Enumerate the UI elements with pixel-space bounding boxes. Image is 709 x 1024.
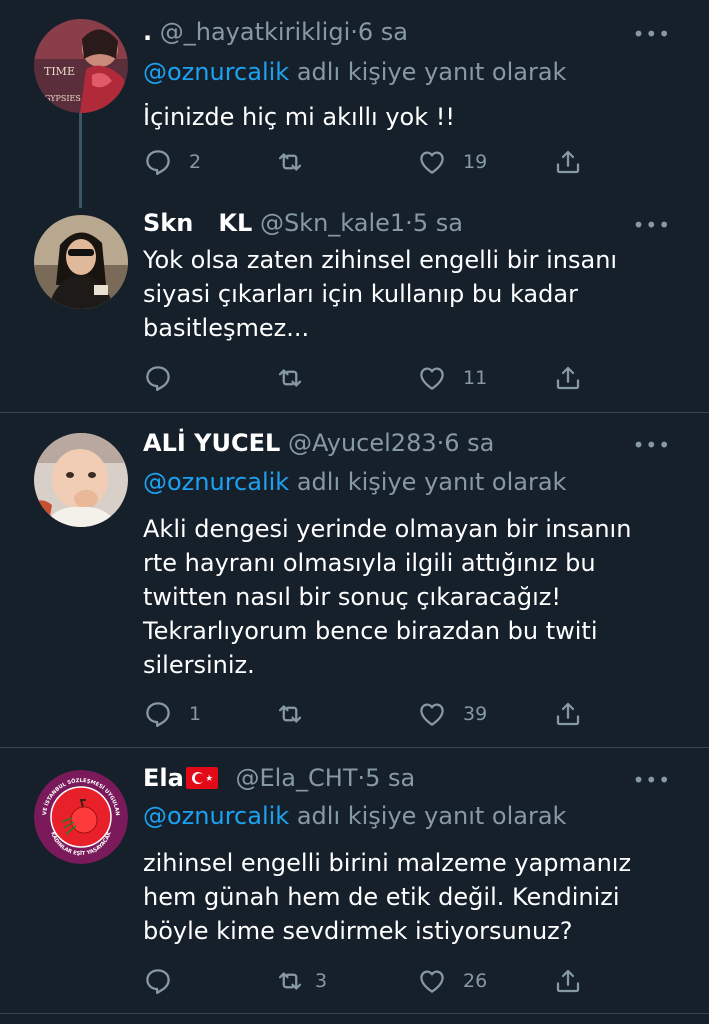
reply-mention[interactable]: @oznurcalik	[143, 802, 289, 830]
retweet-count: 3	[315, 970, 328, 992]
retweet-icon	[278, 972, 302, 990]
display-name[interactable]: .	[143, 18, 152, 46]
reply-count: 1	[189, 703, 202, 725]
tweet-header: . @_hayatkirikligi·6 sa	[143, 16, 669, 48]
tweet-3[interactable]: ALİ YUCEL @Ayucel283·6 sa @oznurcalik ad…	[0, 413, 709, 748]
reply-button[interactable]: 2	[143, 147, 201, 177]
tweet-2[interactable]: Skn KL @Skn_kale1·5 sa Yok olsa zaten zi…	[0, 197, 709, 413]
share-icon	[556, 366, 580, 390]
tweet-header: ALİ YUCEL @Ayucel283·6 sa	[143, 427, 669, 459]
display-name[interactable]: ALİ YUCEL	[143, 429, 280, 457]
like-count: 19	[463, 151, 488, 173]
heart-icon	[420, 703, 444, 726]
tweet-text: Yok olsa zaten zihinsel engelli bir insa…	[143, 246, 618, 342]
like-count: 26	[463, 970, 488, 992]
like-button[interactable]: 11	[417, 363, 487, 393]
retweet-button[interactable]	[275, 147, 321, 177]
avatar[interactable]	[34, 433, 128, 527]
like-count: 11	[463, 367, 488, 389]
retweet-icon	[278, 153, 302, 171]
separator-dot: ·	[357, 764, 366, 792]
reply-icon	[146, 702, 170, 727]
thread-line	[79, 113, 82, 208]
reply-icon	[146, 366, 170, 391]
reply-mention[interactable]: @oznurcalik	[143, 468, 289, 496]
reply-suffix: adlı kişiye yanıt olarak	[296, 802, 567, 830]
more-options-icon[interactable]: •••	[633, 435, 671, 455]
reply-context: @oznurcalik adlı kişiye yanıt olarak	[143, 800, 669, 832]
like-button[interactable]: 19	[417, 147, 487, 177]
reply-icon	[146, 150, 170, 175]
avatar[interactable]: TIME GYPSIES	[34, 19, 128, 113]
heart-icon	[420, 151, 444, 174]
share-button[interactable]	[553, 966, 583, 996]
avatar[interactable]: 6284 VE İSTANBUL SÖZLEŞMESİ UYGULANACAK …	[34, 770, 128, 864]
timestamp[interactable]: 6 sa	[444, 429, 494, 457]
avatar-logo-subtext: GYPSIES	[44, 94, 81, 103]
retweet-icon	[278, 705, 302, 723]
avatar[interactable]	[34, 215, 128, 309]
separator-dot: ·	[350, 18, 358, 46]
retweet-button[interactable]	[275, 699, 321, 729]
reply-suffix: adlı kişiye yanıt olarak	[296, 58, 567, 86]
heart-icon	[420, 970, 444, 993]
reply-button[interactable]: 1	[143, 699, 201, 729]
heart-icon	[420, 367, 444, 390]
more-options-icon[interactable]: •••	[633, 24, 671, 44]
display-name[interactable]: Ela	[143, 764, 184, 792]
separator-dot: ·	[405, 209, 413, 237]
reply-context: @oznurcalik adlı kişiye yanıt olarak	[143, 466, 669, 498]
like-button[interactable]: 39	[417, 699, 487, 729]
reply-button[interactable]	[143, 966, 189, 996]
tweet-header: Ela @Ela_CHT·5 sa	[143, 762, 669, 794]
handle[interactable]: @Ela_CHT	[235, 764, 357, 792]
reply-icon	[146, 969, 170, 994]
retweet-button[interactable]	[275, 363, 321, 393]
reply-context: @oznurcalik adlı kişiye yanıt olarak	[143, 56, 669, 88]
share-button[interactable]	[553, 147, 583, 177]
reply-suffix: adlı kişiye yanıt olarak	[296, 468, 567, 496]
avatar-logo-text: TIME	[44, 65, 75, 78]
tweet-text: zihinsel engelli birini malzeme yapmanız…	[143, 849, 632, 945]
retweet-button[interactable]: 3	[275, 966, 327, 996]
like-button[interactable]: 26	[417, 966, 487, 996]
timestamp[interactable]: 5 sa	[413, 209, 463, 237]
retweet-icon	[278, 369, 302, 387]
timestamp[interactable]: 5 sa	[365, 764, 415, 792]
handle[interactable]: @Ayucel283	[288, 429, 437, 457]
handle[interactable]: @_hayatkirikligi	[160, 18, 350, 46]
more-options-icon[interactable]: •••	[633, 215, 671, 235]
reply-count: 2	[189, 151, 202, 173]
handle[interactable]: @Skn_kale1	[260, 209, 405, 237]
timestamp[interactable]: 6 sa	[358, 18, 408, 46]
share-icon	[556, 969, 580, 993]
tweet-4[interactable]: 6284 VE İSTANBUL SÖZLEŞMESİ UYGULANACAK …	[0, 748, 709, 1014]
like-count: 39	[463, 703, 488, 725]
share-button[interactable]	[553, 699, 583, 729]
tweet-text: İçinizde hiç mi akıllı yok !!	[143, 103, 455, 131]
share-icon	[556, 702, 580, 726]
turkey-flag-icon	[185, 767, 218, 789]
share-icon	[556, 150, 580, 174]
share-button[interactable]	[553, 363, 583, 393]
reply-mention[interactable]: @oznurcalik	[143, 58, 289, 86]
tweet-header: Skn KL @Skn_kale1·5 sa	[143, 207, 669, 239]
reply-button[interactable]	[143, 363, 189, 393]
display-name[interactable]: Skn KL	[143, 209, 252, 237]
tweet-text: Akli dengesi yerinde olmayan bir insanın…	[143, 515, 632, 679]
more-options-icon[interactable]: •••	[633, 770, 671, 790]
tweet-1[interactable]: TIME GYPSIES . @_hayatkirikligi·6 sa @oz…	[0, 0, 709, 208]
